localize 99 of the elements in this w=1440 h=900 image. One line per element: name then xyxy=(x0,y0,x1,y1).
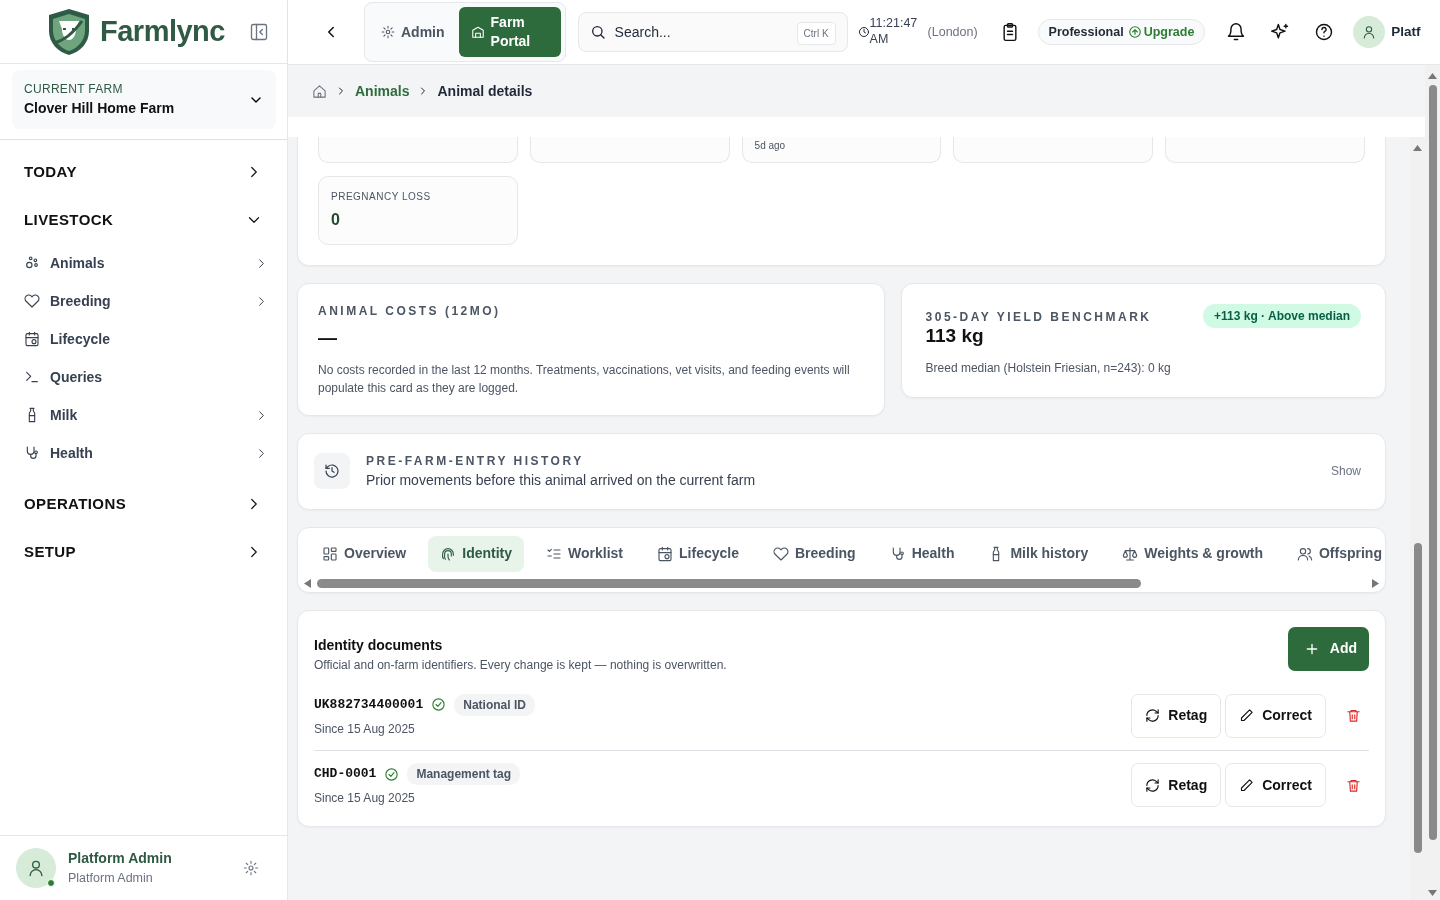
scrollbar-thumb[interactable] xyxy=(1413,543,1422,853)
home-icon xyxy=(312,83,327,99)
trash-icon xyxy=(1346,708,1361,723)
tab[interactable]: Overview xyxy=(310,535,419,572)
calendar-icon xyxy=(24,331,40,347)
retag-button[interactable]: Retag xyxy=(1131,763,1222,807)
shortcut-hint: Ctrl K xyxy=(796,22,836,45)
identifier: UK882734400001 xyxy=(314,695,424,714)
arrow-up-icon[interactable] xyxy=(1413,145,1422,151)
retag-button[interactable]: Retag xyxy=(1131,693,1222,738)
refresh-icon xyxy=(1145,708,1161,723)
card-title: 305-DAY YIELD BENCHMARK xyxy=(925,309,1152,326)
card-title: PRE-FARM-ENTRY HISTORY xyxy=(366,452,585,470)
identifier: CHD-0001 xyxy=(314,765,377,784)
nav-item[interactable]: Health xyxy=(0,434,287,472)
arrow-right-icon[interactable] xyxy=(1372,579,1379,588)
id-type: Management tag xyxy=(407,763,521,785)
scrollbar-thumb[interactable] xyxy=(317,579,1142,588)
id-type: National ID xyxy=(454,693,535,716)
card-subtitle: Official and on-farm identifiers. Every change is kept — nothing is overwritten. xyxy=(314,656,727,674)
breadcrumb-link[interactable]: Animals xyxy=(355,80,410,102)
portal-tab[interactable]: Farm Portal xyxy=(458,7,561,57)
grid-icon xyxy=(322,545,338,562)
timezone: (London) xyxy=(927,23,978,41)
tab[interactable]: Health xyxy=(877,535,967,572)
arrow-down-icon[interactable] xyxy=(1428,890,1437,896)
heart-icon xyxy=(24,293,40,309)
scrollbar[interactable] xyxy=(304,577,1379,590)
since-date: Since 15 Aug 2025 xyxy=(314,720,416,738)
user-role: Platform Admin xyxy=(68,870,154,888)
scrollbar[interactable] xyxy=(1410,137,1425,900)
tab[interactable]: Identity xyxy=(428,535,525,572)
card-title: ANIMAL COSTS (12MO) xyxy=(318,303,502,320)
cost-value: — xyxy=(318,326,338,350)
nav-item[interactable]: Queries xyxy=(0,358,287,396)
nav-item[interactable]: Breeding xyxy=(0,282,287,320)
fingerprint-icon xyxy=(440,545,457,562)
tab[interactable]: Offspring xyxy=(1285,535,1385,572)
correct-button[interactable]: Correct xyxy=(1225,693,1326,738)
scrollbar-thumb[interactable] xyxy=(1428,85,1437,840)
nav-item[interactable]: Milk xyxy=(0,396,287,434)
stat-note: 5d ago xyxy=(754,139,786,153)
arrow-left-icon[interactable] xyxy=(304,579,311,588)
paw-icon xyxy=(24,255,40,271)
arrow-up-icon xyxy=(1127,25,1142,39)
yield-value: 113 kg xyxy=(925,324,985,348)
tab[interactable]: Worklist xyxy=(534,535,636,572)
scale-icon xyxy=(1122,545,1139,562)
avatar[interactable] xyxy=(1353,16,1386,48)
heart-icon xyxy=(772,545,789,562)
nav-section[interactable]: SETUP xyxy=(0,528,287,576)
current-time: 11:21:47 AM xyxy=(869,16,919,48)
sparkles-icon xyxy=(1270,22,1291,42)
calendar-icon xyxy=(657,545,674,562)
search-icon xyxy=(589,24,606,40)
show-button[interactable]: Show xyxy=(1326,458,1365,484)
barn-icon xyxy=(470,25,485,39)
stat-value: 0 xyxy=(331,210,341,230)
pencil-icon xyxy=(1239,708,1255,723)
history-icon xyxy=(324,463,340,479)
tab[interactable]: Breeding xyxy=(760,535,868,572)
trash-icon xyxy=(1346,777,1361,793)
clock-icon xyxy=(857,26,870,38)
correct-button[interactable]: Correct xyxy=(1225,763,1326,807)
help-icon xyxy=(1314,22,1335,42)
nav-item[interactable]: Animals xyxy=(0,244,287,282)
card-subtitle: Prior movements before this animal arrived on the current farm xyxy=(366,470,757,490)
farm-switcher[interactable]: CURRENT FARM Clover Hill Home Farm xyxy=(12,70,276,129)
upgrade-link[interactable]: Upgrade xyxy=(1127,22,1195,42)
refresh-icon xyxy=(1145,777,1161,793)
brand-name: Farmlync xyxy=(100,13,225,49)
tab[interactable]: Lifecycle xyxy=(645,535,751,572)
nav-section[interactable]: OPERATIONS xyxy=(0,480,287,528)
home-link[interactable] xyxy=(312,83,327,99)
breadcrumb-current: Animal details xyxy=(437,81,533,101)
since-date: Since 15 Aug 2025 xyxy=(314,790,416,807)
stat-label: PREGNANCY LOSS xyxy=(331,190,432,204)
stethoscope-icon xyxy=(24,445,40,461)
user-name: Platform Admin xyxy=(68,849,173,869)
bell-icon xyxy=(1226,22,1247,42)
nav-section[interactable]: TODAY xyxy=(0,148,287,196)
benchmark-badge: +113 kg · Above median xyxy=(1203,304,1361,328)
card-note: No costs recorded in the last 12 months. Treatments, vaccinations, vet visits, and feeding events will populate this card as they are logged. xyxy=(318,361,851,397)
user-name: Platf xyxy=(1391,22,1422,41)
pencil-icon xyxy=(1239,777,1255,793)
terminal-icon xyxy=(24,369,40,385)
nav-section[interactable]: LIVESTOCK xyxy=(0,196,287,244)
arrow-up-icon[interactable] xyxy=(1428,73,1437,79)
portal-tab[interactable]: Admin xyxy=(369,7,457,57)
card-title: Identity documents xyxy=(314,635,444,655)
users-icon xyxy=(1297,545,1313,562)
scrollbar[interactable] xyxy=(1425,65,1440,900)
tab[interactable]: Milk history xyxy=(976,535,1101,572)
panel-icon xyxy=(249,21,269,42)
tab[interactable]: Weights & growth xyxy=(1110,535,1275,572)
plan-badge: Professional Upgrade xyxy=(1037,18,1206,46)
card-note: Breed median (Holstein Friesian, n=243): 0 kg xyxy=(925,359,1172,377)
add-button[interactable]: Add xyxy=(1287,626,1369,671)
nav-item[interactable]: Lifecycle xyxy=(0,320,287,358)
